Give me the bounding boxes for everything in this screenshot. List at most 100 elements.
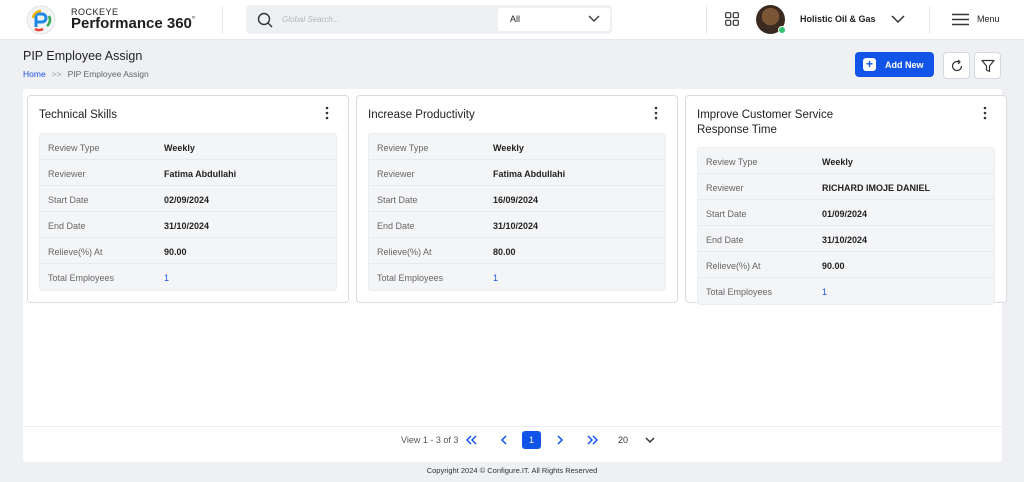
detail-label: Reviewer — [48, 169, 86, 179]
chevron-down-icon[interactable] — [891, 14, 905, 24]
card-title: Technical Skills — [39, 109, 117, 121]
detail-label: End Date — [377, 221, 415, 231]
divider — [706, 6, 707, 34]
detail-label: Reviewer — [706, 183, 744, 193]
filter-button[interactable] — [974, 52, 1001, 79]
detail-value: 31/10/2024 — [493, 221, 539, 231]
add-new-label: Add New — [885, 60, 924, 70]
divider — [929, 6, 930, 34]
breadcrumb-home-link[interactable]: Home — [23, 69, 46, 79]
brand-mark: ° — [191, 15, 196, 24]
global-search: All — [246, 5, 612, 34]
detail-value: RICHARD IMOJE DANIEL — [822, 183, 931, 193]
breadcrumb-current: PIP Employee Assign — [67, 69, 149, 79]
detail-label: Total Employees — [48, 273, 115, 283]
detail-row: Reviewer RICHARD IMOJE DANIEL — [698, 174, 994, 200]
apps-grid-icon[interactable] — [725, 12, 739, 26]
detail-value: 80.00 — [493, 247, 516, 257]
detail-row: Start Date 01/09/2024 — [698, 200, 994, 226]
detail-label: Reviewer — [377, 169, 415, 179]
detail-label: Review Type — [706, 157, 758, 167]
detail-label: Review Type — [377, 143, 429, 153]
search-scope-value: All — [510, 14, 521, 24]
detail-row: Review Type Weekly — [369, 134, 665, 160]
detail-label: Review Type — [48, 143, 100, 153]
detail-row: Reviewer Fatima Abdullahi — [40, 160, 336, 186]
page-number-button[interactable]: 1 — [522, 431, 541, 449]
detail-label: Start Date — [48, 195, 89, 205]
card-title: Increase Productivity — [368, 109, 475, 121]
pip-card[interactable]: Increase Productivity Review Type Weekly … — [356, 95, 678, 303]
detail-value: Weekly — [164, 143, 195, 153]
detail-row: Start Date 02/09/2024 — [40, 186, 336, 212]
user-avatar[interactable] — [756, 5, 786, 34]
detail-value: 31/10/2024 — [822, 235, 868, 245]
search-scope-select[interactable]: All — [498, 8, 610, 31]
detail-label: Relieve(%) At — [706, 261, 761, 271]
detail-value: 90.00 — [822, 261, 845, 271]
detail-value: 02/09/2024 — [164, 195, 210, 205]
company-name[interactable]: Holistic Oil & Gas — [800, 14, 876, 24]
detail-row: End Date 31/10/2024 — [369, 212, 665, 238]
pip-card[interactable]: Improve Customer Service Response Time R… — [685, 95, 1007, 305]
pagination-divider — [23, 426, 1002, 427]
page-title: PIP Employee Assign — [23, 49, 143, 63]
detail-row: Relieve(%) At 90.00 — [698, 252, 994, 278]
main-panel: Technical Skills Review Type Weekly Revie… — [23, 89, 1007, 462]
more-options-icon[interactable] — [980, 106, 990, 120]
detail-row: Relieve(%) At 90.00 — [40, 238, 336, 264]
detail-label: Relieve(%) At — [377, 247, 432, 257]
divider — [222, 6, 223, 34]
last-page-icon[interactable] — [586, 434, 600, 446]
detail-row: Total Employees 1 — [369, 264, 665, 290]
menu-button[interactable]: Menu — [977, 14, 1000, 24]
detail-value: 01/09/2024 — [822, 209, 868, 219]
refresh-button[interactable] — [943, 52, 970, 79]
previous-page-icon[interactable] — [497, 434, 511, 446]
search-icon[interactable] — [256, 11, 274, 29]
search-input[interactable] — [282, 9, 482, 30]
detail-value: Weekly — [822, 157, 853, 167]
refresh-icon — [951, 59, 963, 72]
detail-row: Reviewer Fatima Abdullahi — [369, 160, 665, 186]
detail-value: Weekly — [493, 143, 524, 153]
detail-value: Fatima Abdullahi — [493, 169, 566, 179]
top-header: ROCKEYE Performance 360° All Holistic Oi… — [0, 0, 1024, 40]
filter-icon — [981, 59, 995, 73]
detail-label: Relieve(%) At — [48, 247, 103, 257]
detail-value: 31/10/2024 — [164, 221, 210, 231]
more-options-icon[interactable] — [651, 106, 661, 120]
chevron-down-icon[interactable] — [645, 436, 655, 444]
detail-row: Review Type Weekly — [40, 134, 336, 160]
page-size-select[interactable]: 20 — [618, 435, 628, 445]
total-employees-link[interactable]: 1 — [822, 287, 827, 297]
detail-label: Total Employees — [377, 273, 444, 283]
detail-label: End Date — [706, 235, 744, 245]
total-employees-link[interactable]: 1 — [164, 273, 169, 283]
breadcrumb-separator: >> — [51, 69, 62, 79]
hamburger-menu-icon[interactable] — [952, 13, 969, 26]
detail-row: End Date 31/10/2024 — [698, 226, 994, 252]
breadcrumb: Home >> PIP Employee Assign — [23, 69, 149, 79]
detail-label: End Date — [48, 221, 86, 231]
detail-row: Review Type Weekly — [698, 148, 994, 174]
brand-name: Performance 360° — [71, 15, 195, 32]
total-employees-link[interactable]: 1 — [493, 273, 498, 283]
detail-value: 16/09/2024 — [493, 195, 539, 205]
detail-value: Fatima Abdullahi — [164, 169, 237, 179]
online-status-dot — [778, 26, 786, 34]
more-options-icon[interactable] — [322, 106, 332, 120]
add-new-button[interactable]: + Add New — [855, 52, 934, 77]
card-details: Review Type Weekly Reviewer RICHARD IMOJE … — [697, 147, 995, 305]
card-title: Improve Customer Service Response Time — [697, 109, 834, 136]
detail-label: Total Employees — [706, 287, 773, 297]
next-page-icon[interactable] — [553, 434, 567, 446]
footer-copyright: Copyright 2024 © Configure.IT. All Right… — [426, 466, 598, 475]
pip-card[interactable]: Technical Skills Review Type Weekly Revie… — [27, 95, 349, 303]
plus-icon: + — [863, 58, 876, 71]
detail-row: Relieve(%) At 80.00 — [369, 238, 665, 264]
first-page-icon[interactable] — [464, 434, 478, 446]
detail-label: Start Date — [377, 195, 418, 205]
detail-row: Total Employees 1 — [40, 264, 336, 290]
card-details: Review Type Weekly Reviewer Fatima Abdulla… — [39, 133, 337, 291]
